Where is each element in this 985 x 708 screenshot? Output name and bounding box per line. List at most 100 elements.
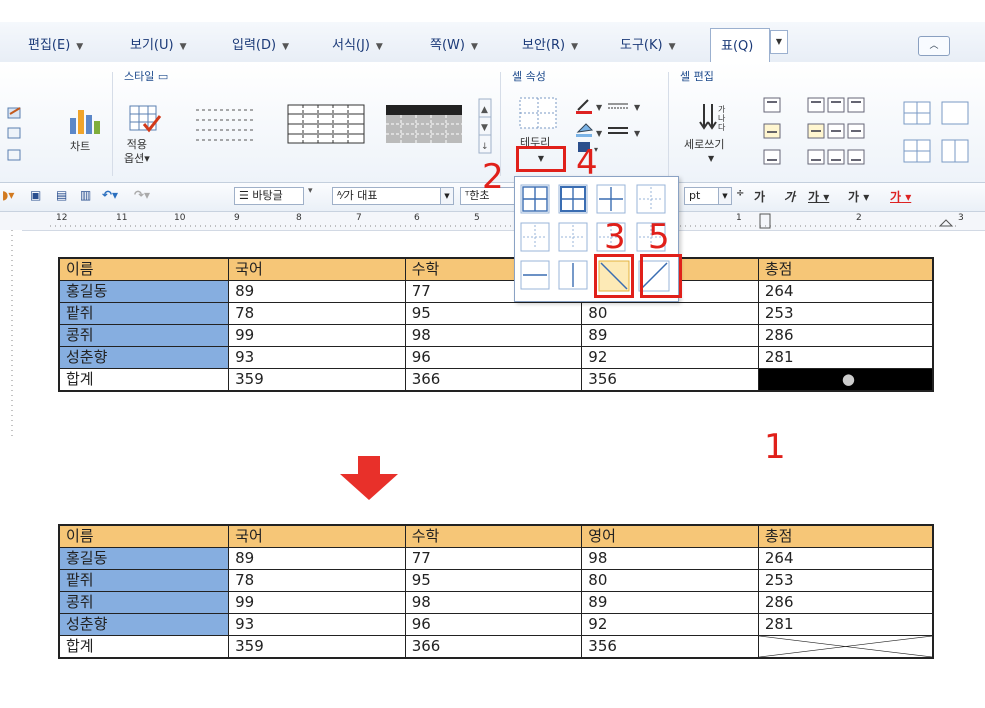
vertical-text-icon[interactable]: 가 나 다 bbox=[698, 100, 732, 134]
score-cell[interactable]: 80 bbox=[581, 569, 759, 592]
score-cell[interactable]: 99 bbox=[228, 591, 406, 614]
score-cell[interactable]: 80 bbox=[581, 302, 759, 325]
header-cell[interactable]: 이름 bbox=[58, 524, 230, 548]
total-cell[interactable]: 281 bbox=[757, 346, 934, 369]
header-cell[interactable]: 영어 bbox=[581, 524, 759, 548]
font-size-unit-combo[interactable]: pt ▼ bbox=[684, 187, 732, 205]
total-cell[interactable]: 264 bbox=[757, 280, 934, 303]
sum-cell[interactable]: 356 bbox=[581, 635, 759, 659]
name-cell[interactable]: 팥쥐 bbox=[58, 569, 230, 592]
menu-security[interactable]: 보안(R) ▼ bbox=[522, 34, 578, 53]
preview-icon[interactable]: ▥ bbox=[80, 188, 91, 202]
menu-format[interactable]: 서식(J) ▼ bbox=[332, 34, 383, 53]
name-cell[interactable]: 홍길동 bbox=[58, 280, 230, 303]
total-cell[interactable]: 281 bbox=[757, 613, 934, 636]
menu-edit[interactable]: 편집(E) ▼ bbox=[28, 34, 83, 53]
score-cell[interactable]: 92 bbox=[581, 613, 759, 636]
sum-cell[interactable]: 366 bbox=[404, 635, 583, 659]
name-cell[interactable]: 홍길동 bbox=[58, 547, 230, 570]
tab-table[interactable]: 표(Q) bbox=[710, 28, 770, 62]
ribbon-collapse-button[interactable]: ︿ bbox=[918, 36, 950, 56]
horizontal-ruler[interactable]: 12 11 10 9 8 7 6 5 1 2 3 bbox=[0, 212, 985, 231]
header-cell[interactable]: 총점 bbox=[757, 524, 934, 548]
svg-text:↓: ↓ bbox=[481, 142, 489, 152]
table-style-grid[interactable] bbox=[286, 102, 365, 146]
header-cell[interactable]: 이름 bbox=[58, 257, 230, 281]
cell-align-icons[interactable] bbox=[762, 96, 892, 166]
score-cell[interactable]: 96 bbox=[404, 613, 583, 636]
header-cell[interactable]: 국어 bbox=[228, 524, 406, 548]
score-cell[interactable]: 78 bbox=[228, 569, 406, 592]
score-cell[interactable]: 77 bbox=[404, 547, 583, 570]
undo-icon[interactable]: ↶▾ bbox=[102, 188, 118, 202]
score-cell[interactable]: 95 bbox=[404, 569, 583, 592]
score-cell[interactable]: 93 bbox=[228, 613, 406, 636]
paragraph-style-combo[interactable]: ☰ 바탕글 bbox=[234, 187, 304, 205]
table-style-dark-header[interactable] bbox=[384, 102, 462, 146]
menu-page[interactable]: 쪽(W) ▼ bbox=[430, 34, 478, 53]
sum-cell[interactable]: 356 bbox=[581, 368, 759, 392]
edit-tools-icon[interactable] bbox=[4, 106, 26, 166]
header-cell[interactable]: 수학 bbox=[404, 524, 583, 548]
menu-tools[interactable]: 도구(K) ▼ bbox=[620, 34, 676, 53]
language-combo[interactable]: ᴬ⁄가 대표 ▼ bbox=[332, 187, 454, 205]
redo-icon[interactable]: ↷▾ bbox=[134, 188, 150, 202]
sum-cell[interactable]: 359 bbox=[228, 635, 406, 659]
name-cell[interactable]: 성춘향 bbox=[58, 613, 230, 636]
spin-icon[interactable]: ÷ bbox=[736, 188, 744, 199]
border-dropdown-button[interactable]: ▼ bbox=[526, 152, 556, 166]
save-icon[interactable]: ▣ bbox=[30, 188, 41, 202]
tab-table-dropdown[interactable]: ▼ bbox=[770, 30, 788, 54]
score-cell[interactable]: 98 bbox=[581, 547, 759, 570]
score-cell[interactable]: 98 bbox=[404, 591, 583, 614]
score-cell[interactable]: 98 bbox=[404, 324, 583, 347]
vertical-ruler[interactable] bbox=[0, 230, 22, 440]
selected-total-cell[interactable]: ● bbox=[757, 368, 934, 392]
bold-button[interactable]: 가 bbox=[754, 188, 765, 205]
name-cell[interactable]: 콩쥐 bbox=[58, 591, 230, 614]
total-cell[interactable]: 264 bbox=[757, 547, 934, 570]
score-cell[interactable]: 93 bbox=[228, 346, 406, 369]
total-cell[interactable]: 286 bbox=[757, 324, 934, 347]
sum-cell[interactable]: 359 bbox=[228, 368, 406, 392]
italic-button[interactable]: 가 bbox=[784, 188, 795, 205]
highlight-diagonal-up bbox=[640, 254, 682, 298]
menu-view[interactable]: 보기(U) ▼ bbox=[130, 34, 187, 53]
apply-option-label[interactable]: 적용 옵션▾ bbox=[124, 138, 150, 166]
total-cell[interactable]: 253 bbox=[757, 569, 934, 592]
header-cell[interactable]: 총점 bbox=[757, 257, 934, 281]
score-cell[interactable]: 89 bbox=[228, 547, 406, 570]
total-cell[interactable]: 253 bbox=[757, 302, 934, 325]
chevron-down-icon[interactable]: ▾ bbox=[308, 186, 313, 196]
sum-label-cell[interactable]: 합계 bbox=[58, 368, 230, 392]
table-style-dashed[interactable] bbox=[192, 102, 260, 146]
name-cell[interactable]: 팥쥐 bbox=[58, 302, 230, 325]
strike-button[interactable]: 가 ▾ bbox=[848, 188, 869, 205]
header-cell[interactable]: 국어 bbox=[228, 257, 406, 281]
merge-split-icons[interactable] bbox=[902, 100, 985, 170]
menu-insert[interactable]: 입력(D) ▼ bbox=[232, 34, 289, 53]
palette-icon[interactable]: ◗▾ bbox=[2, 188, 14, 202]
sum-cell[interactable]: 366 bbox=[404, 368, 583, 392]
score-cell[interactable]: 89 bbox=[581, 324, 759, 347]
cell-border-icon[interactable] bbox=[516, 94, 562, 134]
score-cell[interactable]: 78 bbox=[228, 302, 406, 325]
style-scroll-icon[interactable]: ▲ ▼ ↓ bbox=[478, 98, 492, 156]
apply-option-icon[interactable] bbox=[128, 104, 162, 136]
print-icon[interactable]: ▤ bbox=[56, 188, 67, 202]
name-cell[interactable]: 성춘향 bbox=[58, 346, 230, 369]
score-cell[interactable]: 89 bbox=[228, 280, 406, 303]
chevron-down-icon[interactable]: ▼ bbox=[708, 154, 714, 163]
score-cell[interactable]: 92 bbox=[581, 346, 759, 369]
name-cell[interactable]: 콩쥐 bbox=[58, 324, 230, 347]
score-cell[interactable]: 96 bbox=[404, 346, 583, 369]
sum-label-cell[interactable]: 합계 bbox=[58, 635, 230, 659]
chart-icon[interactable] bbox=[68, 106, 102, 136]
score-cell[interactable]: 89 bbox=[581, 591, 759, 614]
score-cell[interactable]: 95 bbox=[404, 302, 583, 325]
underline-button[interactable]: 가 ▾ bbox=[808, 188, 829, 205]
score-cell[interactable]: 99 bbox=[228, 324, 406, 347]
font-color-button[interactable]: 가 ▾ bbox=[890, 188, 911, 205]
diagonal-x-cell[interactable] bbox=[757, 635, 934, 659]
total-cell[interactable]: 286 bbox=[757, 591, 934, 614]
